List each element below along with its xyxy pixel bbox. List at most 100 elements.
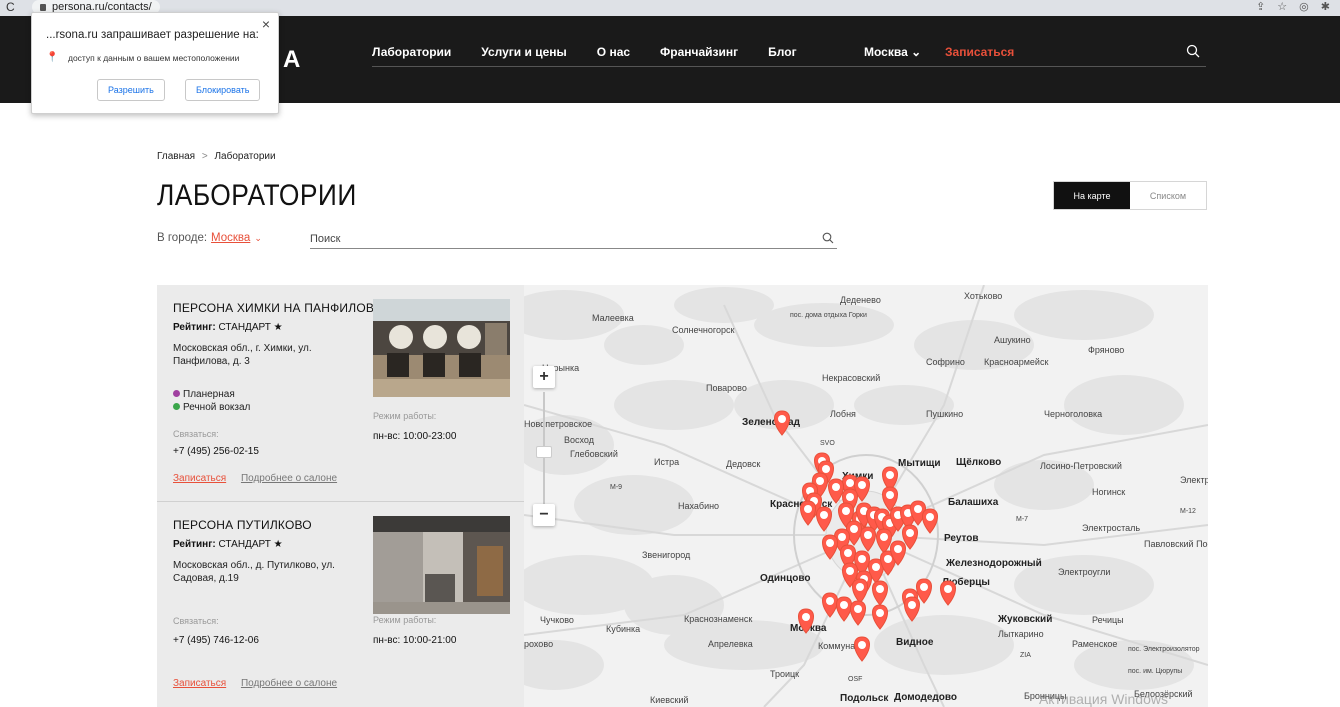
breadcrumb-home[interactable]: Главная [157, 151, 195, 162]
map-place-label: Чучково [540, 615, 574, 625]
lab-phone[interactable]: +7 (495) 746-12-06 [173, 635, 259, 646]
lab-name[interactable]: ПЕРСОНА ХИМКИ НА ПАНФИЛОВА [173, 301, 382, 315]
map-canvas[interactable]: Деденево Хотьково Малеевка пос. дома отдыха… [524, 285, 1208, 707]
map-place-label: Киевский [650, 695, 688, 705]
rating-value: СТАНДАРТ ★ [218, 322, 283, 333]
nav-item-about[interactable]: О нас [597, 45, 630, 59]
rating-label: Рейтинг: [173, 539, 216, 550]
map-pin-dot [838, 533, 846, 541]
map-place-label: Нахабино [678, 501, 719, 511]
zoom-slider-handle[interactable] [536, 446, 552, 458]
map-pin-dot [842, 507, 850, 515]
rating-label: Рейтинг: [173, 322, 216, 333]
nav-item-franchise[interactable]: Франчайзинг [660, 45, 738, 59]
city-filter: В городе: Москва ⌄ [157, 232, 262, 244]
site-logo[interactable]: A [283, 46, 302, 74]
map-pin-dot [926, 513, 934, 521]
map-pin-dot [856, 583, 864, 591]
labs-map[interactable]: Деденево Хотьково Малеевка пос. дома отдыха… [524, 285, 1208, 707]
map-place-label: Кубинка [606, 624, 640, 634]
close-icon[interactable]: × [262, 16, 270, 32]
bookmark-star-icon[interactable]: ☆ [1277, 0, 1287, 13]
lab-phone[interactable]: +7 (495) 256-02-15 [173, 446, 259, 457]
header-divider [372, 66, 1206, 67]
map-pin-dot [914, 505, 922, 513]
map-place-label: Красноармейск [984, 357, 1048, 367]
map-pin-dot [802, 613, 810, 621]
nav-item-labs[interactable]: Лаборатории [372, 45, 451, 59]
signup-link[interactable]: Записаться [173, 678, 226, 689]
map-woodland [574, 475, 694, 535]
block-button[interactable]: Блокировать [185, 79, 261, 101]
contact-label: Связаться: [173, 429, 219, 439]
breadcrumb: Главная > Лаборатории [157, 151, 276, 162]
map-place-label: Электроугли [1058, 567, 1110, 577]
zoom-in-button[interactable]: + [533, 366, 555, 388]
map-place-label: роховo [524, 639, 553, 649]
shield-icon[interactable]: ◎ [1299, 0, 1309, 13]
signup-link[interactable]: Записаться [173, 473, 226, 484]
search-icon[interactable] [1186, 44, 1200, 58]
map-pin-dot [850, 525, 858, 533]
map-woodland [1014, 290, 1154, 340]
map-pin-dot [804, 505, 812, 513]
zoom-out-button[interactable]: − [533, 504, 555, 526]
search-input[interactable] [310, 230, 790, 245]
browser-actions: ⇪ ☆ ◎ ✱ [1256, 0, 1330, 13]
allow-button[interactable]: Разрешить [97, 79, 165, 101]
lab-address: Московская обл., д. Путилково, ул. Садов… [173, 560, 335, 584]
search-icon[interactable] [822, 232, 834, 244]
map-pin-dot [778, 415, 786, 423]
lab-name[interactable]: ПЕРСОНА ПУТИЛКОВО [173, 518, 312, 532]
lab-card: ПЕРСОНА ПУТИЛКОВО Рейтинг: СТАНДАРТ ★ Мо… [157, 502, 524, 707]
map-place-label: Черноголовка [1044, 409, 1102, 419]
map-place-label: Малеевка [592, 313, 634, 323]
map-place-label: Истра [654, 457, 679, 467]
map-place-label: Фряново [1088, 345, 1124, 355]
map-pin-dot [906, 529, 914, 537]
map-place-label: Апрелевка [708, 639, 753, 649]
more-link[interactable]: Подробнее о салоне [241, 678, 337, 689]
reload-icon[interactable]: C [6, 0, 15, 14]
map-pin-dot [826, 597, 834, 605]
map-pin-dot [846, 493, 854, 501]
map-pin-dot [872, 563, 880, 571]
map-place-label: Одинцово [760, 573, 810, 584]
share-icon[interactable]: ⇪ [1256, 0, 1265, 13]
city-filter-select[interactable]: Москва [211, 232, 250, 244]
map-place-label: Троицк [770, 669, 799, 679]
lab-card: ПЕРСОНА ХИМКИ НА ПАНФИЛОВА Рейтинг: СТАН… [157, 285, 524, 502]
map-place-label: Глебовский [570, 449, 618, 459]
map-pin-dot [908, 601, 916, 609]
map-pin-dot [864, 531, 872, 539]
chevron-down-icon: ⌄ [911, 45, 922, 59]
more-link[interactable]: Подробнее о салоне [241, 473, 337, 484]
map-place-label: Краснознаменск [684, 614, 752, 624]
map-pin-dot [858, 555, 866, 563]
city-selector[interactable]: Москва ⌄ [864, 45, 921, 59]
chevron-down-icon[interactable]: ⌄ [254, 233, 262, 244]
map-place-label: SVO [820, 440, 835, 447]
breadcrumb-separator: > [201, 151, 208, 162]
map-pin-dot [944, 585, 952, 593]
view-list-button[interactable]: Списком [1130, 182, 1206, 209]
map-pin-dot [884, 555, 892, 563]
lab-photo[interactable] [373, 516, 510, 614]
lab-address: Московская обл., г. Химки, ул. Панфилова… [173, 343, 312, 367]
lab-photo[interactable] [373, 299, 510, 397]
view-map-button[interactable]: На карте [1054, 182, 1130, 209]
header-signup-link[interactable]: Записаться [945, 45, 1014, 59]
metro-station-name: Речной вокзал [183, 402, 251, 413]
map-place-label: Звенигород [642, 550, 691, 560]
map-pin-dot [886, 491, 894, 499]
city-selector-label: Москва [864, 45, 908, 59]
map-place-label: Мытищи [898, 458, 941, 469]
nav-item-services[interactable]: Услуги и цены [481, 45, 567, 59]
map-woodland [1064, 375, 1184, 435]
location-permission-dialog: ...rsona.ru запрашивает разрешение на: ×… [31, 12, 279, 114]
extensions-icon[interactable]: ✱ [1321, 0, 1330, 13]
labs-list: ПЕРСОНА ХИМКИ НА ПАНФИЛОВА Рейтинг: СТАН… [157, 285, 524, 707]
nav-item-blog[interactable]: Блог [768, 45, 796, 59]
contact-label: Связаться: [173, 616, 219, 626]
map-place-label: Реутов [944, 533, 979, 544]
